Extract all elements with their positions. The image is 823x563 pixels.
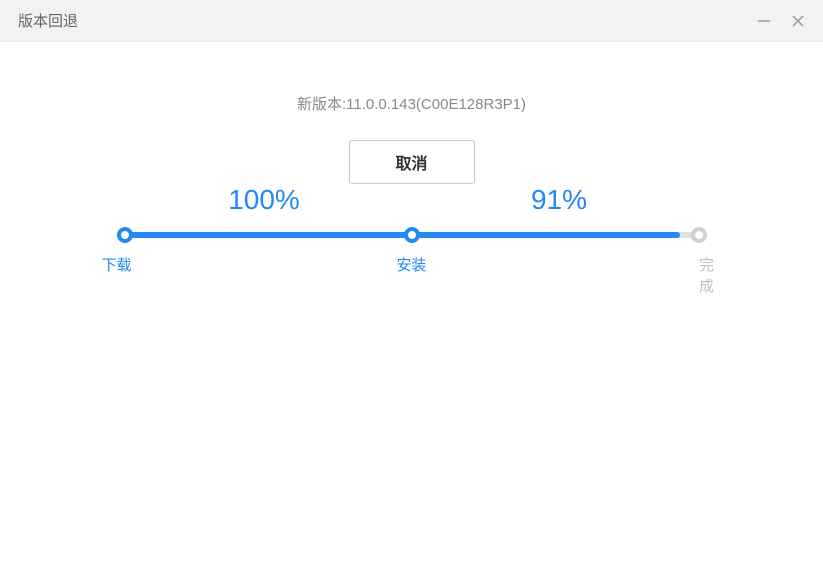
step-download-percent: 100% [228,184,300,215]
step-install-percent: 91% [531,184,587,215]
version-info: 新版本:11.0.0.143(C00E128R3P1) [0,93,823,114]
minimize-icon [757,14,771,28]
cancel-button[interactable]: 取消 [348,140,474,184]
window-controls [757,14,805,28]
step-label-download: 下载 [101,254,131,275]
titlebar: 版本回退 [0,0,823,42]
close-icon [791,14,805,28]
progress-track [117,232,707,238]
content-area: 100% 91% 下载 安装 完成 新版本:11.0.0.143(C00E128… [0,42,823,232]
percent-row: 100% 91% [117,184,707,216]
minimize-button[interactable] [757,14,771,28]
progress-segment-install [412,232,707,238]
window-title: 版本回退 [18,10,78,31]
progress-segment-download [117,232,412,238]
step-label-install: 安装 [396,254,426,275]
close-button[interactable] [791,14,805,28]
step-label-complete: 完成 [699,254,714,296]
